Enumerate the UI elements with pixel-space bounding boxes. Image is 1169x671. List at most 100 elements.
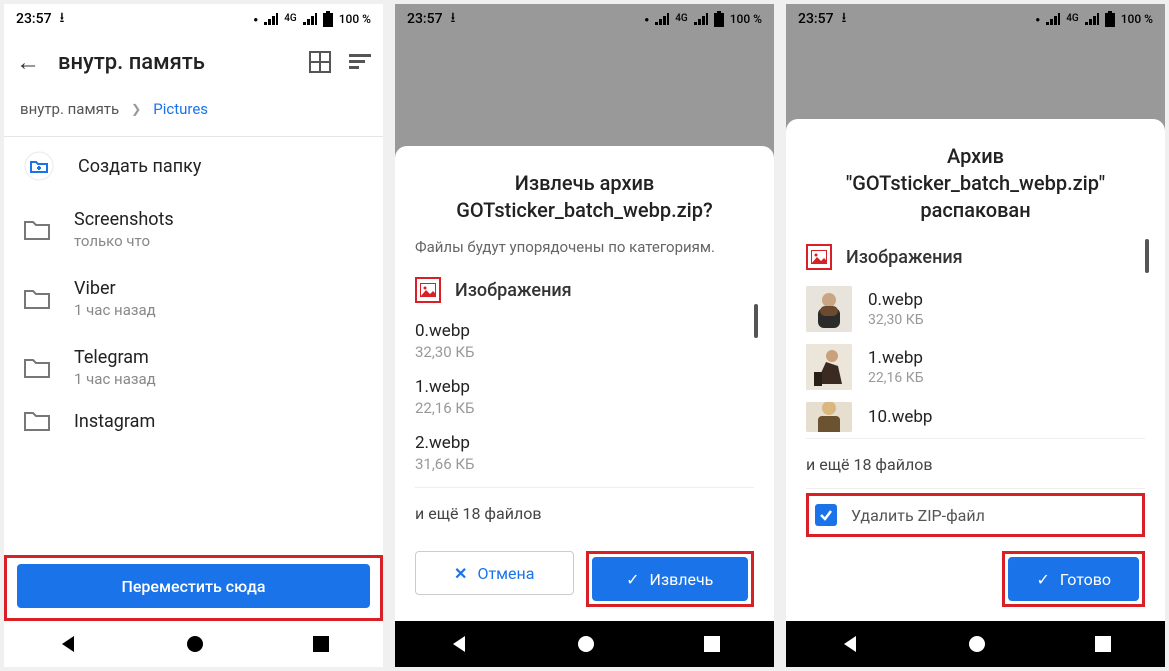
network-label: 4G — [675, 14, 688, 24]
file-thumbnail — [806, 286, 852, 332]
nav-home-icon[interactable] — [185, 634, 205, 654]
extract-button[interactable]: ✓ Извлечь — [592, 557, 749, 601]
move-here-label: Переместить сюда — [121, 577, 265, 596]
category-row: Изображения — [415, 271, 754, 313]
breadcrumb-current[interactable]: Pictures — [153, 100, 208, 118]
status-time: 23:57 — [407, 11, 443, 27]
new-folder-icon — [24, 151, 54, 181]
extracted-dialog: Архив "GOTsticker_batch_webp.zip" распак… — [786, 119, 1165, 621]
status-dot: ● — [644, 15, 649, 24]
status-right: ● 4G 100 % — [253, 11, 371, 27]
status-dot: ● — [253, 15, 258, 24]
nav-back-icon[interactable] — [58, 634, 78, 654]
battery-label: 100 % — [1121, 12, 1153, 26]
dialog-buttons: ✕ Отмена ✓ Извлечь — [415, 551, 754, 607]
battery-label: 100 % — [730, 12, 762, 26]
sort-icon[interactable] — [349, 54, 371, 70]
page-title: внутр. память — [58, 50, 291, 75]
category-label: Изображения — [846, 247, 963, 268]
folder-name: Instagram — [74, 411, 155, 432]
signal-icon — [655, 13, 669, 25]
breadcrumb-root[interactable]: внутр. память — [20, 100, 119, 118]
signal-icon — [1046, 13, 1060, 25]
download-icon: ⭳ — [60, 7, 65, 31]
folder-item[interactable]: Screenshots только что — [4, 195, 383, 264]
image-category-icon — [415, 277, 441, 303]
battery-icon — [714, 11, 724, 27]
file-name: 2.webp — [415, 433, 754, 453]
chevron-right-icon: ❯ — [131, 102, 141, 116]
cancel-button[interactable]: ✕ Отмена — [415, 551, 574, 595]
status-dot: ● — [1035, 15, 1040, 24]
nav-bar — [786, 621, 1165, 667]
status-bar: 23:57 ⭳ ● 4G 100 % — [395, 4, 774, 34]
done-highlight: ✓ Готово — [1002, 551, 1145, 607]
file-size: 22,16 КБ — [868, 370, 924, 386]
folder-icon — [24, 410, 50, 432]
dialog-title: Извлечь архив GOTsticker_batch_webp.zip? — [415, 170, 754, 224]
file-item[interactable]: 0.webp 32,30 КБ — [806, 280, 1145, 338]
status-time: 23:57 — [798, 11, 834, 27]
scrollbar[interactable] — [1145, 239, 1149, 273]
status-bar: 23:57 ⭳ ● 4G 100 % — [4, 4, 383, 34]
download-icon: ⭳ — [451, 7, 456, 31]
move-here-button[interactable]: Переместить сюда — [17, 564, 370, 608]
file-size: 32,30 КБ — [868, 312, 924, 328]
folder-item[interactable]: Instagram — [4, 402, 383, 440]
folder-icon — [24, 219, 50, 241]
delete-zip-checkbox[interactable] — [815, 504, 837, 526]
scrollbar[interactable] — [754, 304, 758, 338]
file-thumbnail — [806, 344, 852, 390]
grid-view-icon[interactable] — [309, 51, 331, 73]
folder-name: Telegram — [74, 347, 156, 368]
nav-home-icon[interactable] — [967, 634, 987, 654]
file-item: 2.webp 31,66 КБ — [415, 425, 754, 481]
folder-sub: только что — [74, 232, 174, 250]
network-label: 4G — [284, 14, 297, 24]
done-label: Готово — [1060, 570, 1111, 589]
extract-dialog: Извлечь архив GOTsticker_batch_webp.zip?… — [395, 146, 774, 622]
file-item[interactable]: 10.webp — [806, 396, 1145, 432]
folder-item[interactable]: Viber 1 час назад — [4, 264, 383, 333]
nav-home-icon[interactable] — [576, 634, 596, 654]
create-folder-label: Создать папку — [78, 156, 201, 177]
dialog-buttons: ✓ Готово — [806, 551, 1145, 607]
status-right: ● 4G 100 % — [644, 11, 762, 27]
nav-recent-icon[interactable] — [312, 635, 330, 653]
status-time: 23:57 — [16, 11, 52, 27]
phone-screen-1: 23:57 ⭳ ● 4G 100 % ← внутр. память внутр… — [4, 4, 383, 667]
move-here-highlight: Переместить сюда — [4, 555, 383, 621]
file-size: 32,30 КБ — [415, 343, 754, 361]
nav-recent-icon[interactable] — [1094, 635, 1112, 653]
file-name: 1.webp — [868, 348, 924, 368]
create-folder-row[interactable]: Создать папку — [4, 137, 383, 195]
check-icon: ✓ — [626, 570, 639, 589]
folder-name: Screenshots — [74, 209, 174, 230]
file-size: 31,66 КБ — [415, 455, 754, 473]
network-label: 4G — [1066, 14, 1079, 24]
category-label: Изображения — [455, 280, 572, 301]
signal-icon — [264, 13, 278, 25]
folder-item[interactable]: Telegram 1 час назад — [4, 333, 383, 402]
cancel-label: Отмена — [477, 564, 534, 583]
extract-highlight: ✓ Извлечь — [586, 551, 755, 607]
battery-label: 100 % — [339, 12, 371, 26]
file-size: 22,16 КБ — [415, 399, 754, 417]
nav-back-icon[interactable] — [449, 634, 469, 654]
file-item: 0.webp 32,30 КБ — [415, 313, 754, 369]
delete-zip-label: Удалить ZIP-файл — [851, 506, 985, 525]
more-files-label: и ещё 18 файлов — [806, 438, 1145, 489]
done-button[interactable]: ✓ Готово — [1008, 557, 1139, 601]
nav-recent-icon[interactable] — [703, 635, 721, 653]
image-category-icon — [806, 244, 832, 270]
phone-screen-3: 23:57 ⭳ ● 4G 100 % Архив "GOTsticker_bat… — [786, 4, 1165, 667]
back-icon[interactable]: ← — [16, 48, 40, 77]
battery-icon — [1105, 11, 1115, 27]
signal-icon-2 — [694, 13, 708, 25]
close-icon: ✕ — [454, 564, 467, 583]
file-item[interactable]: 1.webp 22,16 КБ — [806, 338, 1145, 396]
dialog-subtitle: Файлы будут упорядочены по категориям. — [415, 238, 754, 258]
nav-back-icon[interactable] — [840, 634, 860, 654]
more-files-label: и ещё 18 файлов — [415, 487, 754, 537]
folder-sub: 1 час назад — [74, 301, 156, 319]
